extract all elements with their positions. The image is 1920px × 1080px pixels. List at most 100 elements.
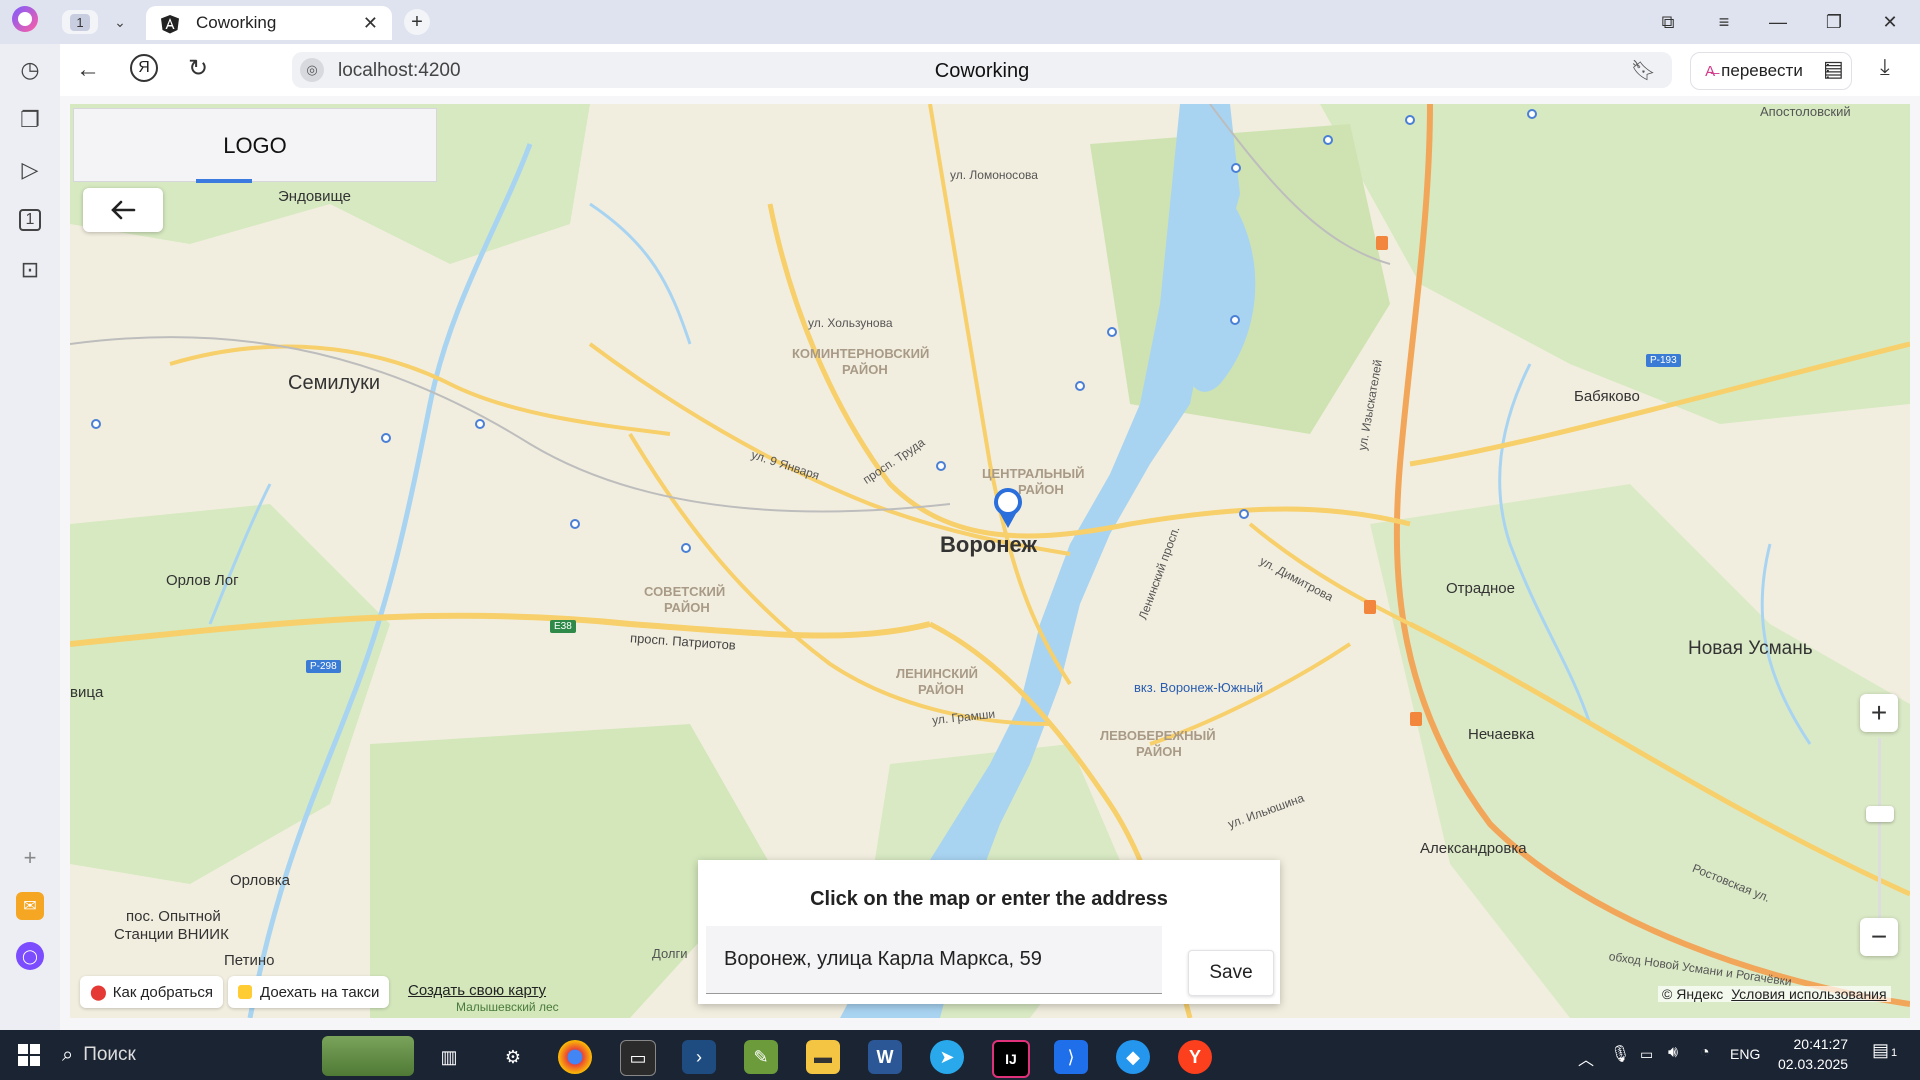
download-icon[interactable]: ⤓ [1880,54,1890,80]
district-label: РАЙОН [842,362,888,377]
place-label: Орловка [230,872,290,889]
collections-sidebar-icon[interactable]: ❐ [16,106,44,134]
powershell-icon[interactable]: › [682,1040,716,1074]
place-label: Долги [652,946,688,961]
tab-counter-button[interactable]: 1 [62,10,98,34]
clock[interactable]: 20:41:27 02.03.2025 [1778,1034,1848,1074]
windows-start-icon[interactable] [18,1044,40,1066]
district-label: РАЙОН [918,682,964,697]
panel-title: Click on the map or enter the address [810,888,1168,910]
place-label: Станции ВНИИК [114,926,229,943]
clock-date: 02.03.2025 [1778,1056,1849,1072]
tab-coworking[interactable]: Coworking ✕ [146,6,392,40]
district-label: ЛЕВОБЕРЕЖНЫЙ [1100,728,1216,743]
place-label: Новая Усмань [1688,638,1813,659]
menu-icon[interactable]: ≡ [1706,8,1742,36]
chrome-icon[interactable] [558,1040,592,1074]
directions-label: Как добраться [112,983,213,1001]
pin-icon: ⬤ [90,984,107,1001]
save-button[interactable]: Save [1188,950,1274,996]
back-button[interactable] [83,188,163,232]
settings-icon[interactable]: ⚙ [496,1040,530,1074]
intellij-icon[interactable]: IJ [992,1040,1030,1078]
task-view-icon[interactable]: ▥ [432,1040,466,1074]
taxi-icon [238,985,252,999]
district-label: РАЙОН [664,600,710,615]
place-label: вица [70,684,104,701]
translate-icon: A̶ [1705,62,1716,80]
street-label: ул. Ломоносова [950,168,1038,182]
page-title: Coworking [934,60,1030,82]
city-label: Воронеж [940,532,1038,557]
tray-chevron-icon[interactable]: ︿ [1578,1046,1594,1070]
bookmark-icon[interactable]: 🔖︎ [1631,58,1656,83]
logo-text: LOGO [223,133,287,158]
district-label: ЛЕНИНСКИЙ [896,666,978,681]
browser-nav-bar: ← Я ↻ ◎ localhost:4200 Coworking 🔖︎ A̶ п… [60,44,1920,96]
word-icon[interactable]: W [868,1040,902,1074]
file-explorer-icon[interactable]: ▬ [806,1040,840,1074]
place-label: Орлов Лог [166,572,239,589]
docker-icon[interactable]: ◆ [1116,1040,1150,1074]
close-tab-icon[interactable]: ✕ [363,13,378,34]
network-icon[interactable]: ◔ [1700,1044,1710,1062]
zoom-out-button[interactable]: − [1860,918,1898,956]
address-panel: Click on the map or enter the address Sa… [698,860,1280,1004]
paint-icon[interactable]: ✎ [744,1040,778,1074]
search-icon: ⌕ [62,1043,74,1066]
terms-link[interactable]: Условия использования [1731,986,1886,1002]
browser-logo-icon[interactable] [12,6,38,32]
browser-sidebar: ◷ ❐ ▷ 1 ⊡ + ✉ ◯ [0,44,60,1030]
notification-count: 1 [1891,1047,1898,1059]
add-panel-icon[interactable]: + [16,844,44,872]
zoom-slider-track[interactable] [1878,738,1881,918]
vscode-icon[interactable]: ⟩ [1054,1040,1088,1074]
maximize-icon[interactable]: ❐ [1816,8,1852,36]
create-map-link[interactable]: Создать свою карту [408,982,546,999]
video-icon[interactable]: ▷ [16,156,44,184]
place-label: Апостоловский [1760,104,1851,119]
place-label: Петино [224,952,275,969]
yandex-home-icon[interactable]: Я [130,54,158,82]
minimize-icon[interactable]: — [1760,8,1796,36]
address-input[interactable] [706,926,1162,994]
terminal-icon[interactable]: ▭ [620,1040,656,1076]
street-label: вкз. Воронеж-Южный [1134,680,1264,695]
history-icon[interactable]: ◷ [16,56,44,84]
new-tab-button[interactable]: + [404,9,430,35]
zoom-in-button[interactable]: + [1860,694,1898,732]
address-bar[interactable]: ◎ localhost:4200 Coworking 🔖︎ [292,52,1672,88]
notifications-icon[interactable]: ▤ 1 [1872,1040,1897,1061]
tab-one-icon[interactable]: 1 [16,206,44,234]
battery-icon[interactable]: ▭ [1640,1046,1653,1063]
tab-list-chevron-icon[interactable]: ⌄ [108,10,132,34]
volume-icon[interactable]: 🔊︎ [1668,1044,1678,1062]
reload-icon[interactable]: ↻ [188,54,208,83]
zoom-slider-handle[interactable] [1866,806,1894,822]
taxi-button[interactable]: Доехать на такси [228,976,390,1008]
collections-icon[interactable]: ⧉ [1650,8,1686,36]
language-indicator[interactable]: ENG [1730,1046,1760,1062]
yandex-browser-icon[interactable]: Y [1178,1040,1212,1074]
close-window-icon[interactable]: ✕ [1872,8,1908,36]
taxi-label: Доехать на такси [260,983,380,1001]
mail-icon[interactable]: ✉ [16,892,44,920]
microphone-icon[interactable]: 🎙︎ [1610,1044,1630,1064]
screenshot-icon[interactable]: ⊡ [16,256,44,284]
district-label: СОВЕТСКИЙ [644,584,726,599]
district-label: ЦЕНТРАЛЬНЫЙ [982,466,1085,481]
back-arrow-icon[interactable]: ← [76,56,100,84]
directions-button[interactable]: ⬤ Как добраться [80,976,223,1008]
app-logo-header: LOGO [73,108,437,183]
alice-icon[interactable]: ◯ [16,942,44,970]
translate-label: перевести [1721,61,1803,80]
street-label: ул. Хользунова [808,316,893,330]
tab-count: 1 [70,13,90,31]
telegram-icon[interactable]: ➤ [930,1040,964,1074]
reader-icon[interactable]: ▤ [1823,56,1844,82]
widget-tree-icon[interactable] [322,1036,414,1076]
place-label: Отрадное [1446,580,1515,597]
forest-label: Малышевский лес [456,1000,559,1014]
active-indicator [196,179,252,183]
place-label: пос. Опытной [126,908,221,925]
